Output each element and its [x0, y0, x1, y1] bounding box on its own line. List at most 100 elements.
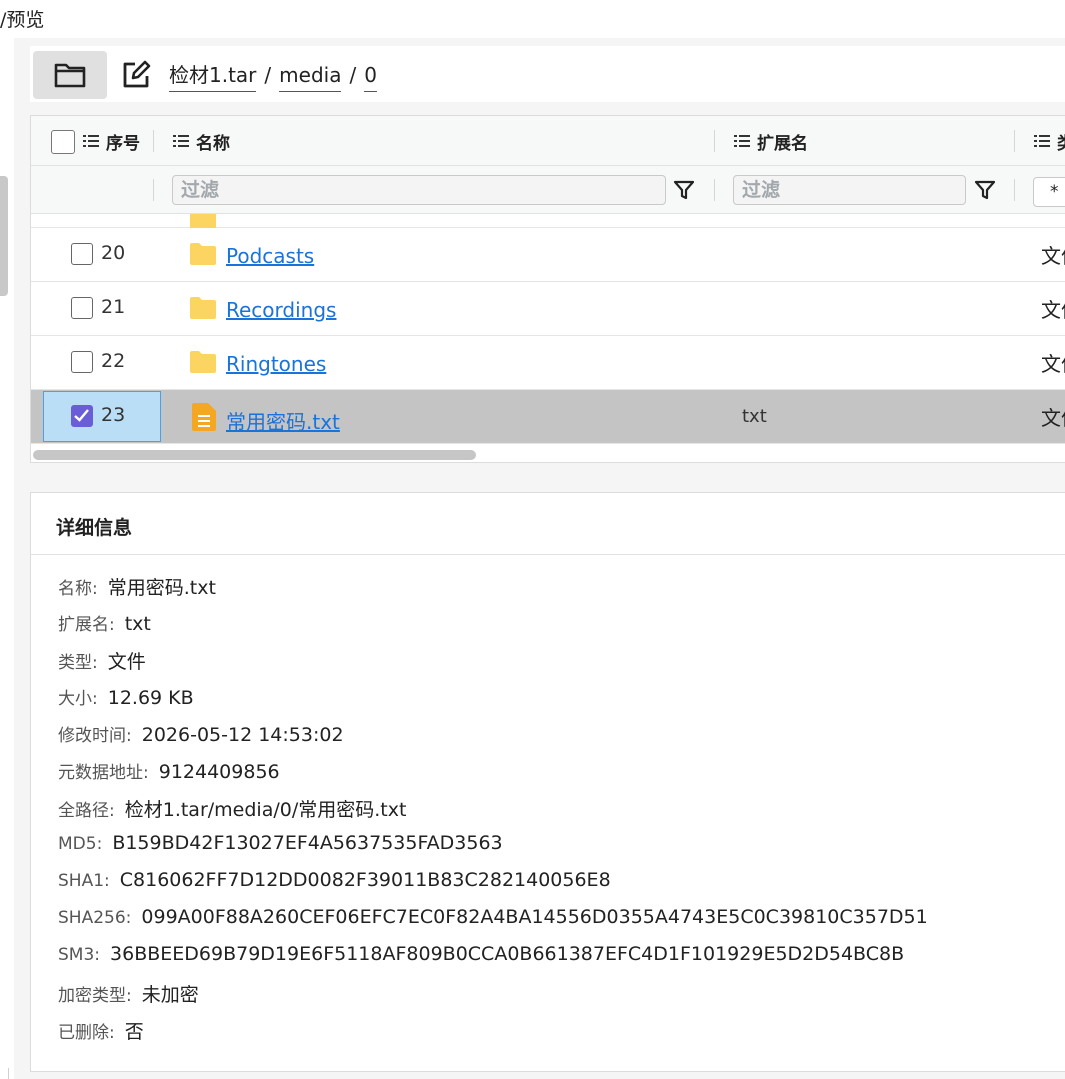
detail-value: 检材1.tar/media/0/常用密码.txt [124, 799, 407, 821]
extension-filter-icon[interactable] [973, 178, 997, 202]
detail-value: 36BBEED69B79D19E6F5118AF809B0CCA0B661387… [110, 943, 905, 965]
detail-row-deleted: 已删除: 否 [58, 1017, 144, 1044]
detail-value: B159BD42F13027EF4A5637535FAD3563 [112, 832, 503, 854]
window-title: /预览 [0, 0, 1065, 38]
breadcrumb: 检材1.tar / media / 0 [169, 60, 377, 92]
breadcrumb-item[interactable]: media [279, 60, 342, 92]
row-name-link[interactable]: Recordings [226, 298, 336, 322]
detail-label: 大小: [58, 689, 98, 709]
breadcrumb-separator: / [264, 63, 272, 87]
row-name-link[interactable]: 常用密码.txt [226, 406, 340, 435]
row-index: 22 [101, 350, 126, 372]
breadcrumb-item[interactable]: 检材1.tar [169, 60, 257, 92]
detail-label: 类型: [58, 653, 98, 673]
row-type: 文件 [1041, 298, 1065, 322]
select-all-checkbox[interactable] [51, 130, 75, 154]
column-divider[interactable] [1014, 130, 1015, 152]
horizontal-scrollbar-thumb[interactable] [33, 450, 476, 460]
column-header-extension[interactable]: 扩展名 [734, 116, 808, 166]
table-row-selected[interactable]: 23 常用密码.txt txt 文件 [31, 390, 1065, 444]
row-type: 文件 [1041, 406, 1065, 430]
row-checkbox[interactable] [71, 243, 93, 265]
table-row[interactable]: 20 Podcasts 文件 [31, 228, 1065, 282]
column-divider[interactable] [714, 130, 715, 152]
detail-label: 扩展名: [58, 615, 115, 635]
detail-row-sha256: SHA256: 099A00F88A260CEF06EFC7EC0F82A4BA1… [58, 906, 928, 928]
detail-label: MD5: [58, 834, 103, 854]
breadcrumb-separator: / [349, 63, 357, 87]
detail-value: 文件 [107, 651, 146, 673]
file-grid: 序号 名称 扩展名 类 * [30, 115, 1065, 463]
row-type: 文件 [1041, 244, 1065, 268]
column-divider[interactable] [153, 130, 154, 152]
folder-outline-icon [54, 63, 86, 88]
detail-row-encryption: 加密类型: 未加密 [58, 980, 199, 1007]
detail-row-name: 名称: 常用密码.txt [58, 573, 216, 600]
detail-row-type: 类型: 文件 [58, 647, 146, 674]
row-checkbox[interactable] [71, 351, 93, 373]
row-type: 文件 [1041, 352, 1065, 376]
detail-value: 099A00F88A260CEF06EFC7EC0F82A4BA14556D03… [141, 906, 928, 928]
name-filter-icon[interactable] [672, 178, 696, 202]
detail-label: SHA1: [58, 871, 110, 891]
grid-header: 序号 名称 扩展名 类 [31, 116, 1065, 166]
column-header-type[interactable]: 类 [1034, 116, 1065, 166]
table-row[interactable]: 21 Recordings 文件 [31, 282, 1065, 336]
folder-icon [190, 351, 216, 373]
open-folder-button[interactable] [33, 51, 107, 99]
checkmark-icon [74, 409, 89, 422]
detail-row-extension: 扩展名: txt [58, 610, 151, 635]
details-divider [31, 554, 1065, 555]
column-divider [714, 179, 715, 201]
column-header-label: 类 [1057, 129, 1065, 154]
detail-label: 名称: [58, 579, 98, 599]
extension-filter-input[interactable] [733, 175, 966, 205]
detail-label: 加密类型: [58, 986, 132, 1006]
column-header-name[interactable]: 名称 [173, 116, 230, 166]
row-name-link[interactable]: Podcasts [226, 244, 314, 268]
detail-row-sha1: SHA1: C816062FF7D12DD0082F39011B83C282140… [58, 869, 611, 891]
row-checkbox[interactable] [71, 297, 93, 319]
column-header-label: 名称 [196, 133, 230, 154]
grid-rows: 20 Podcasts 文件 21 Recordings 文件 22 Ringt… [31, 214, 1065, 446]
column-menu-icon [1034, 135, 1050, 147]
detail-value: 否 [124, 1021, 144, 1043]
detail-row-md5: MD5: B159BD42F13027EF4A5637535FAD3563 [58, 832, 503, 854]
edit-path-button[interactable] [120, 59, 152, 91]
row-index: 20 [101, 242, 126, 264]
left-scrollbar-thumb[interactable] [0, 176, 8, 296]
column-header-label: 序号 [106, 133, 140, 154]
details-title: 详细信息 [56, 517, 133, 539]
detail-row-sm3: SM3: 36BBEED69B79D19E6F5118AF809B0CCA0B66… [58, 943, 904, 965]
path-toolbar: 检材1.tar / media / 0 [30, 46, 1065, 102]
detail-value: txt [124, 613, 151, 635]
column-menu-icon [83, 135, 99, 147]
left-panel-edge [0, 38, 14, 1079]
detail-label: 全路径: [58, 801, 115, 821]
left-panel-tick [8, 1068, 9, 1079]
table-row[interactable]: 22 Ringtones 文件 [31, 336, 1065, 390]
folder-icon [190, 243, 216, 265]
detail-label: 元数据地址: [58, 763, 149, 783]
column-menu-icon [173, 135, 189, 147]
breadcrumb-item[interactable]: 0 [364, 60, 377, 92]
row-checkbox-checked[interactable] [71, 405, 93, 427]
column-header-label: 扩展名 [757, 133, 808, 154]
type-filter-select[interactable]: * [1033, 177, 1065, 207]
name-filter-input[interactable] [172, 175, 666, 205]
row-name-link[interactable]: Ringtones [226, 352, 326, 376]
row-extension: txt [742, 406, 767, 427]
detail-row-full-path: 全路径: 检材1.tar/media/0/常用密码.txt [58, 795, 406, 822]
folder-icon [190, 297, 216, 319]
table-row-partial [31, 214, 1065, 231]
filter-row: * [31, 166, 1065, 214]
detail-value: 9124409856 [158, 761, 280, 783]
detail-row-metadata-address: 元数据地址: 9124409856 [58, 758, 280, 783]
row-index: 23 [101, 404, 126, 426]
detail-label: 已删除: [58, 1023, 115, 1043]
edit-icon [123, 60, 151, 88]
column-header-index[interactable]: 序号 [83, 116, 140, 166]
row-index: 21 [101, 296, 126, 318]
detail-label: 修改时间: [58, 726, 132, 746]
text-file-icon [192, 403, 216, 431]
